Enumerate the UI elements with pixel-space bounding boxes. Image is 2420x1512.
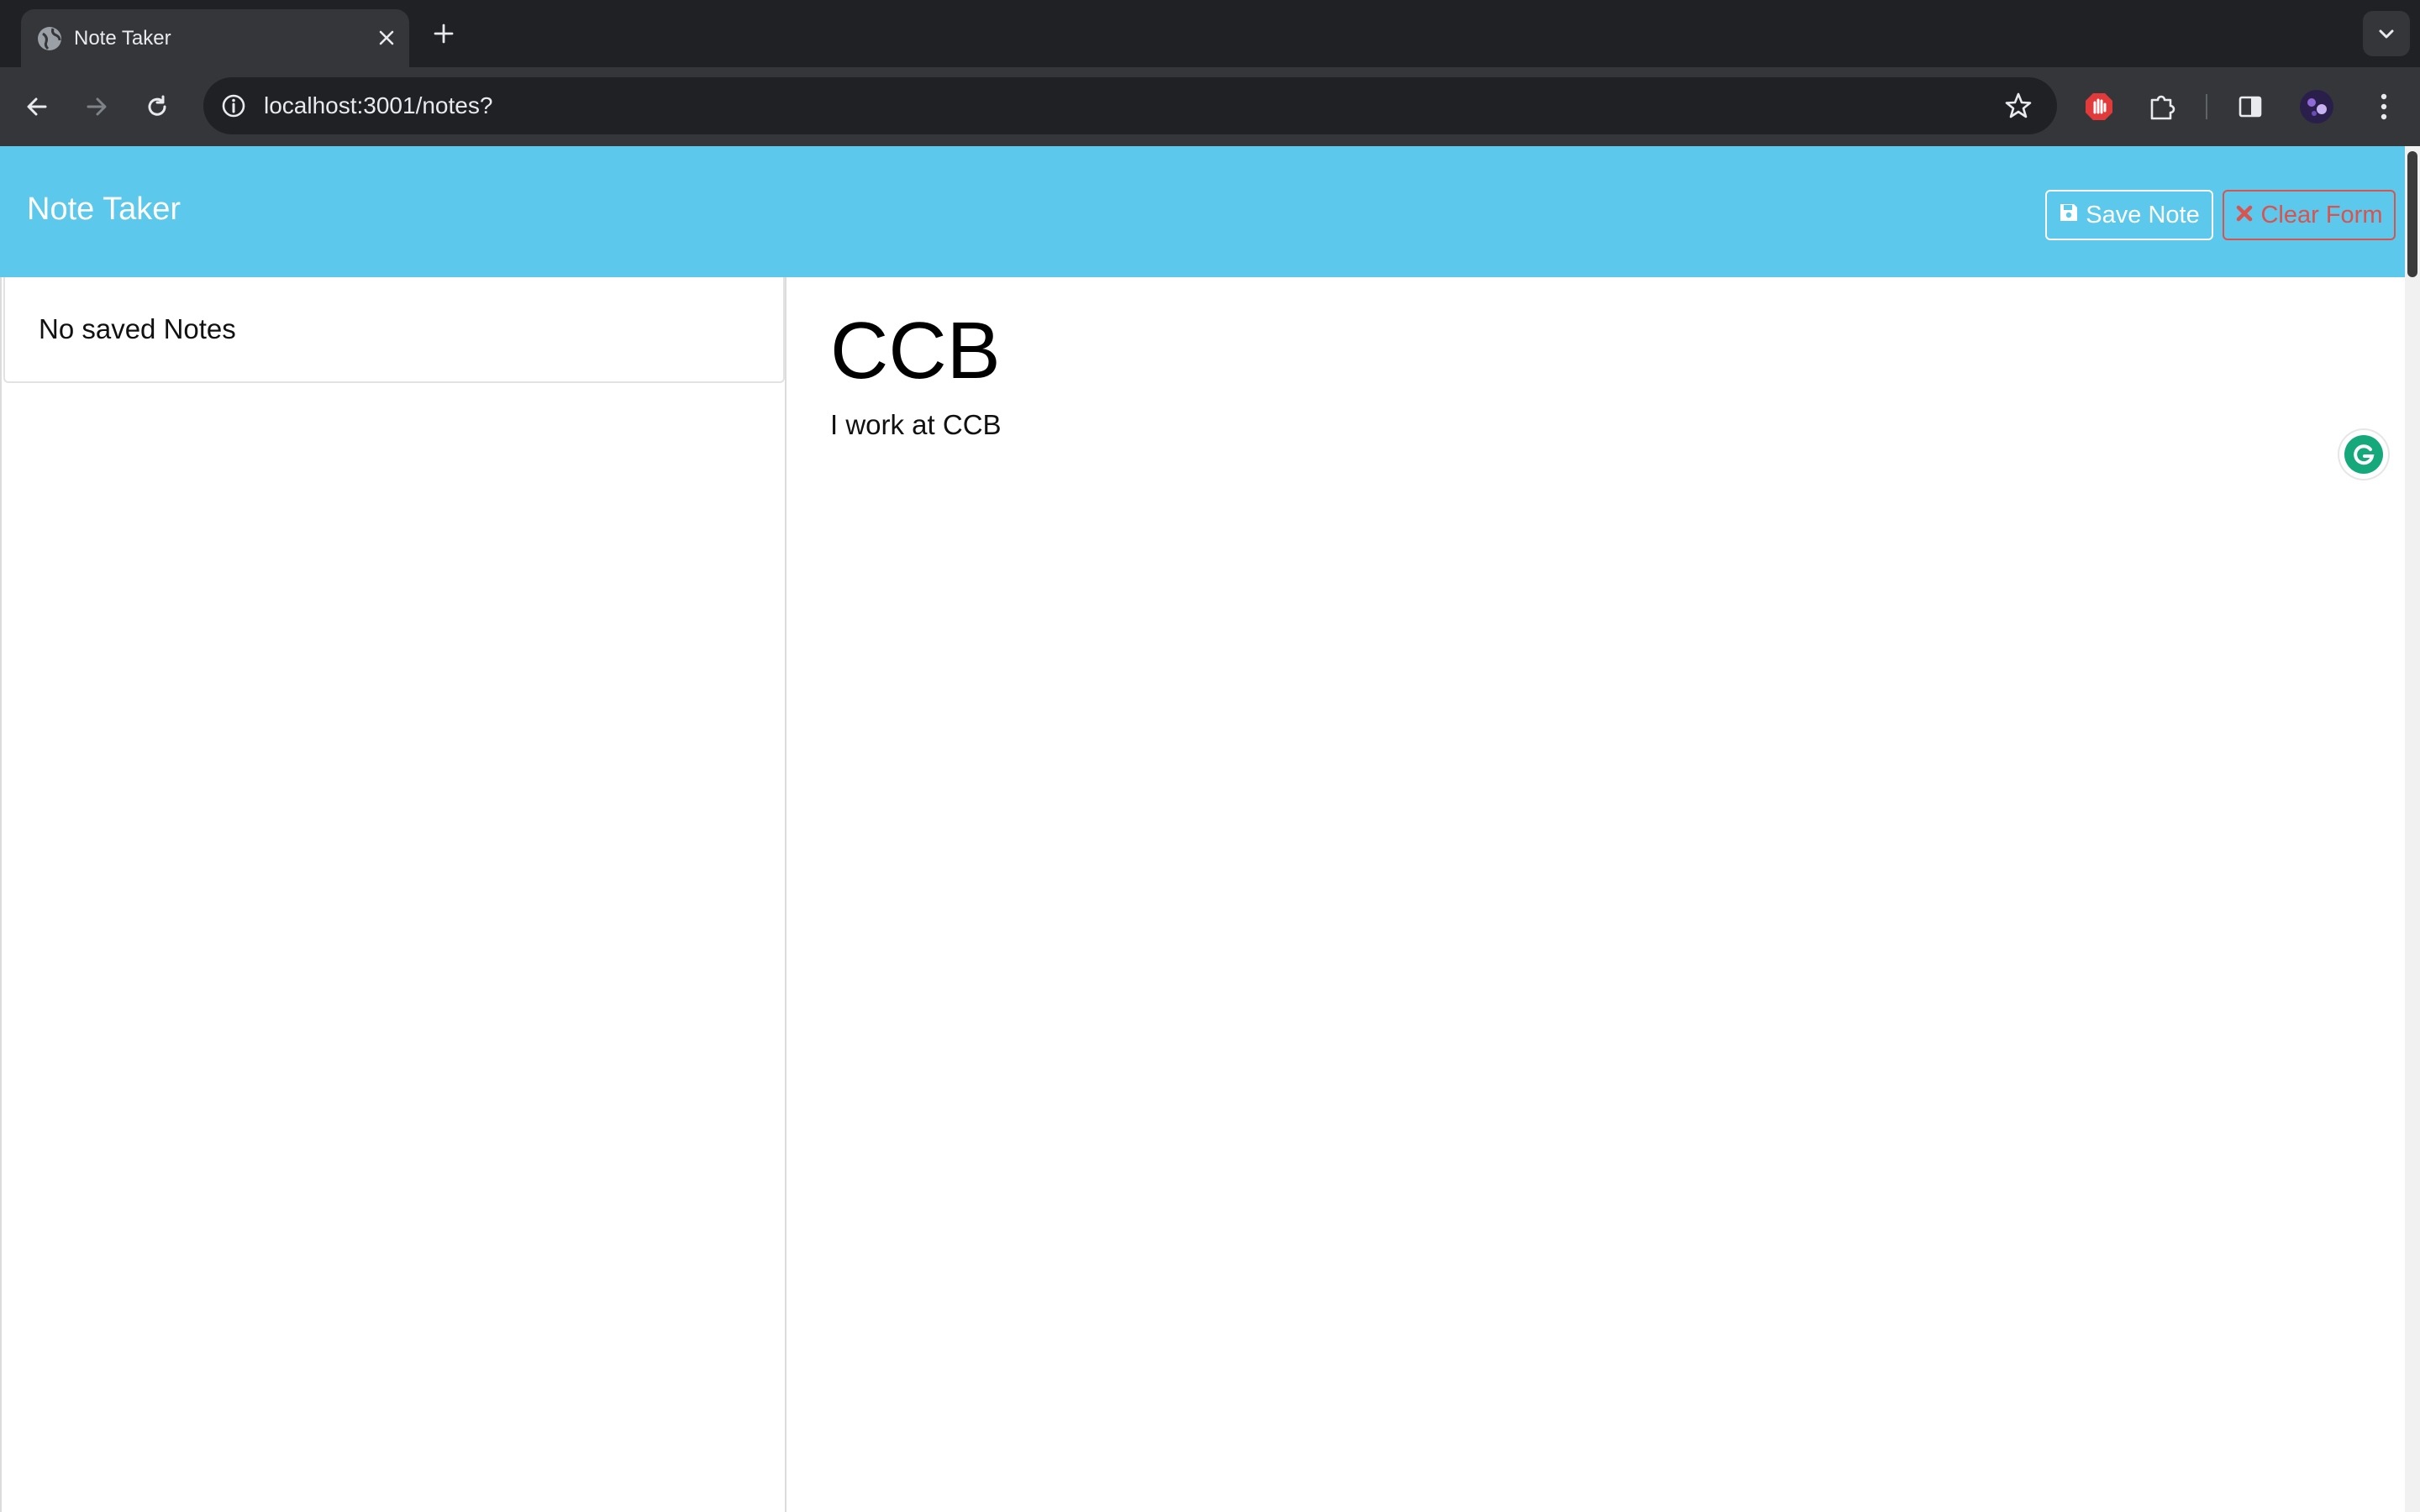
empty-notes-message: No saved Notes: [39, 313, 236, 344]
clear-form-label: Clear Form: [2260, 201, 2383, 228]
browser-toolbar: localhost:3001/notes?: [0, 67, 2420, 146]
kebab-menu-icon[interactable]: [2364, 87, 2404, 127]
grammarly-icon[interactable]: [2339, 430, 2388, 479]
page-scrollbar[interactable]: [2405, 146, 2420, 1512]
url-text[interactable]: localhost:3001/notes?: [264, 77, 492, 134]
address-bar[interactable]: localhost:3001/notes?: [203, 77, 2057, 134]
close-icon: [2235, 202, 2254, 229]
browser-tabstrip: Note Taker: [0, 0, 2420, 67]
puzzle-icon[interactable]: [2142, 87, 2182, 127]
scrollbar-thumb[interactable]: [2407, 151, 2417, 277]
info-icon[interactable]: [215, 87, 252, 124]
app-navbar: Note Taker Save Note Clear Form: [0, 146, 2420, 277]
side-panel-icon[interactable]: [2230, 87, 2270, 127]
save-note-label: Save Note: [2086, 201, 2200, 228]
close-icon[interactable]: [370, 21, 403, 55]
chevron-down-icon[interactable]: [2363, 11, 2410, 56]
app-brand[interactable]: Note Taker: [27, 188, 181, 230]
globe-icon: [34, 24, 65, 54]
notes-sidebar: No saved Notes: [0, 277, 786, 1512]
adblock-icon[interactable]: [2079, 87, 2119, 127]
avatar[interactable]: [2296, 87, 2337, 127]
arrow-left-icon[interactable]: [17, 87, 57, 127]
note-text-area[interactable]: I work at CCB: [830, 407, 1002, 444]
star-icon[interactable]: [2000, 87, 2037, 124]
clear-form-button[interactable]: Clear Form: [2223, 190, 2396, 240]
save-icon: [2059, 202, 2079, 229]
toolbar-separator: [2206, 94, 2207, 119]
save-note-button[interactable]: Save Note: [2045, 190, 2213, 240]
list-item: No saved Notes: [3, 277, 785, 383]
page-content: Note Taker Save Note Clear Form No saved…: [0, 146, 2420, 1512]
browser-tab[interactable]: Note Taker: [21, 9, 409, 67]
note-title-input[interactable]: CCB: [830, 301, 1001, 402]
tab-title: Note Taker: [74, 27, 171, 50]
reload-icon[interactable]: [137, 87, 177, 127]
arrow-right-icon[interactable]: [76, 87, 117, 127]
note-editor: CCB I work at CCB: [786, 277, 2420, 1512]
plus-icon[interactable]: [427, 17, 460, 50]
